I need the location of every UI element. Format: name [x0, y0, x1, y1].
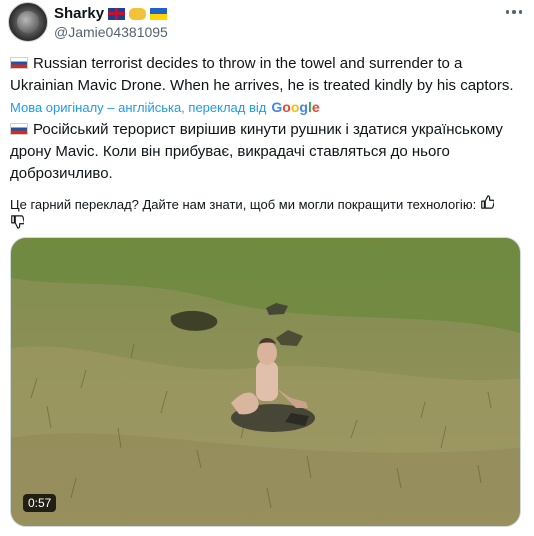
- translation-attribution[interactable]: Мова оригіналу – англійська, переклад ві…: [10, 99, 320, 115]
- thumbs-up-icon[interactable]: [480, 195, 495, 215]
- handshake-icon: [129, 7, 147, 20]
- avatar[interactable]: [8, 2, 48, 42]
- thumbs-down-icon[interactable]: [10, 215, 25, 235]
- translated-text: Російський терорист вирішив кинути рушни…: [10, 119, 520, 185]
- tweet-header: Sharky @Jamie04381095: [8, 2, 528, 42]
- flag-russia-icon: [10, 57, 28, 69]
- translation-attribution-text: Мова оригіналу – англійська, переклад ві…: [10, 99, 267, 115]
- video-duration: 0:57: [23, 494, 57, 512]
- google-logo: Google: [271, 99, 320, 115]
- tweet-text: Russian terrorist decides to throw in th…: [10, 53, 520, 97]
- tweet-body: Russian terrorist decides to throw in th…: [10, 55, 514, 94]
- author-handle[interactable]: @Jamie04381095: [54, 24, 168, 40]
- flag-uk-icon: [108, 7, 126, 20]
- flag-russia-icon: [10, 123, 28, 135]
- avatar-image: [17, 11, 39, 33]
- flag-ukraine-icon: [150, 7, 168, 20]
- video-player[interactable]: 0:57: [10, 237, 521, 527]
- translation-feedback: Це гарний переклад? Дайте нам знати, щоб…: [10, 195, 525, 235]
- translated-body: Російський терорист вирішив кинути рушни…: [10, 121, 503, 182]
- author-name-row: Sharky: [54, 5, 168, 22]
- video-thumbnail: [11, 238, 520, 526]
- author-display-name[interactable]: Sharky: [54, 5, 104, 22]
- feedback-prompt: Це гарний переклад? Дайте нам знати, щоб…: [10, 197, 477, 212]
- more-options-icon[interactable]: [505, 10, 522, 14]
